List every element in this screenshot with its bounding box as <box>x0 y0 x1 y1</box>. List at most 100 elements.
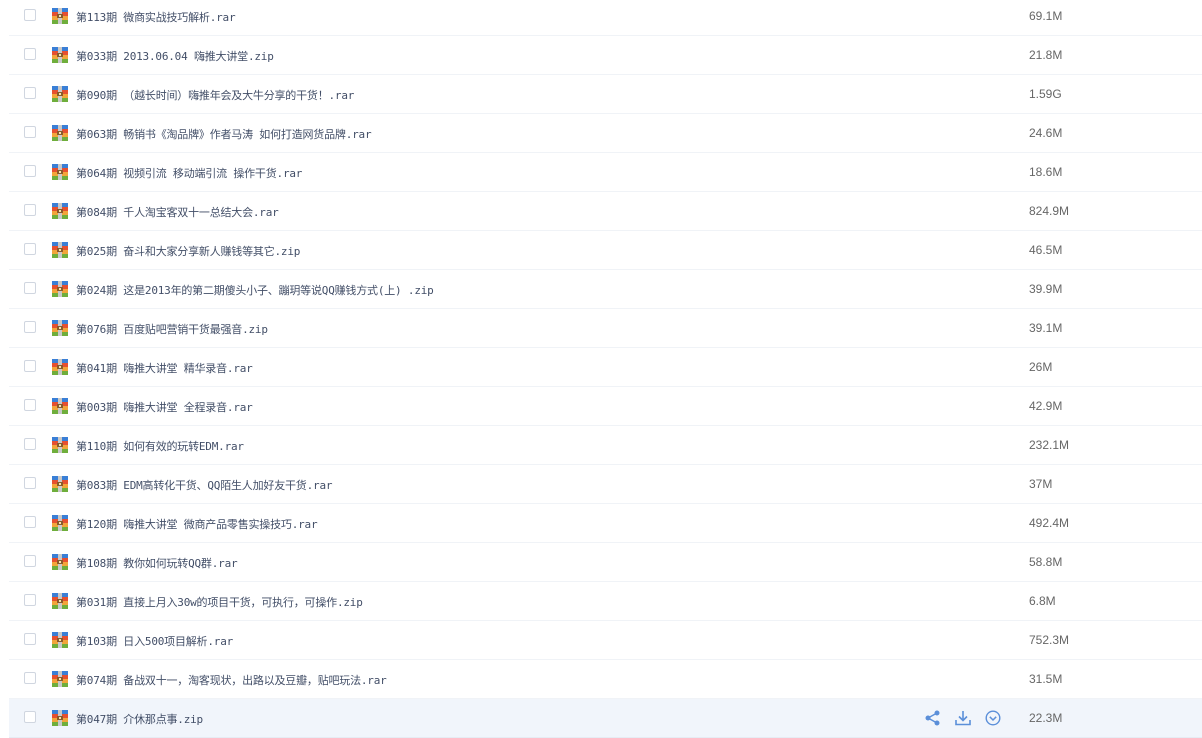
file-size: 26M <box>1029 360 1053 374</box>
file-row[interactable]: 第064期 视频引流 移动端引流 操作干货.rar 18.6M <box>9 153 1202 192</box>
row-checkbox[interactable] <box>24 438 36 450</box>
file-size: 6.8M <box>1029 594 1056 608</box>
file-row[interactable]: 第024期 这是2013年的第二期傻头小子、蹦玥等说QQ赚钱方式(上) .zip… <box>9 270 1202 309</box>
file-size: 18.6M <box>1029 165 1063 179</box>
file-row[interactable]: 第103期 日入500项目解析.rar 752.3M <box>9 621 1202 660</box>
file-name-link[interactable]: 第074期 备战双十一，淘客现状，出路以及豆瓣，贴吧玩法.rar <box>76 672 387 688</box>
file-row[interactable]: 第120期 嗨推大讲堂 微商产品零售实操技巧.rar 492.4M <box>9 504 1202 543</box>
archive-file-icon <box>52 398 68 414</box>
archive-file-icon <box>52 554 68 570</box>
file-name-link[interactable]: 第025期 奋斗和大家分享新人赚钱等其它.zip <box>76 243 300 259</box>
file-name-link[interactable]: 第084期 千人淘宝客双十一总结大会.rar <box>76 204 279 220</box>
file-name-link[interactable]: 第083期 EDM高转化干货、QQ陌生人加好友干货.rar <box>76 477 332 493</box>
file-name-link[interactable]: 第031期 直接上月入30w的项目干货，可执行，可操作.zip <box>76 594 363 610</box>
file-name-link[interactable]: 第064期 视频引流 移动端引流 操作干货.rar <box>76 165 302 181</box>
row-actions <box>924 709 1002 727</box>
file-size: 37M <box>1029 477 1053 491</box>
file-name-link[interactable]: 第090期 （越长时间）嗨推年会及大牛分享的干货！.rar <box>76 87 354 103</box>
file-row[interactable]: 第031期 直接上月入30w的项目干货，可执行，可操作.zip 6.8M <box>9 582 1202 621</box>
file-row[interactable]: 第113期 微商实战技巧解析.rar 69.1M <box>9 0 1202 36</box>
file-row[interactable]: 第110期 如何有效的玩转EDM.rar 232.1M <box>9 426 1202 465</box>
file-row[interactable]: 第108期 教你如何玩转QQ群.rar 58.8M <box>9 543 1202 582</box>
file-row[interactable]: 第076期 百度贴吧营销干货最强音.zip 39.1M <box>9 309 1202 348</box>
file-name-link[interactable]: 第108期 教你如何玩转QQ群.rar <box>76 555 238 571</box>
file-size: 1.59G <box>1029 87 1062 101</box>
row-checkbox[interactable] <box>24 126 36 138</box>
row-checkbox[interactable] <box>24 594 36 606</box>
row-checkbox[interactable] <box>24 399 36 411</box>
file-size: 232.1M <box>1029 438 1070 452</box>
archive-file-icon <box>52 86 68 102</box>
file-size: 31.5M <box>1029 672 1063 686</box>
file-size: 42.9M <box>1029 399 1063 413</box>
archive-file-icon <box>52 359 68 375</box>
row-checkbox[interactable] <box>24 321 36 333</box>
file-row[interactable]: 第033期 2013.06.04 嗨推大讲堂.zip 21.8M <box>9 36 1202 75</box>
file-size: 24.6M <box>1029 126 1063 140</box>
file-row[interactable]: 第090期 （越长时间）嗨推年会及大牛分享的干货！.rar 1.59G <box>9 75 1202 114</box>
row-checkbox[interactable] <box>24 243 36 255</box>
file-size: 22.3M <box>1029 711 1063 725</box>
row-checkbox[interactable] <box>24 516 36 528</box>
download-icon[interactable] <box>954 709 972 727</box>
row-checkbox[interactable] <box>24 204 36 216</box>
file-size: 39.9M <box>1029 282 1063 296</box>
file-row[interactable]: 第041期 嗨推大讲堂 精华录音.rar 26M <box>9 348 1202 387</box>
row-checkbox[interactable] <box>24 672 36 684</box>
file-size: 58.8M <box>1029 555 1063 569</box>
more-icon[interactable] <box>984 709 1002 727</box>
row-checkbox[interactable] <box>24 360 36 372</box>
file-size: 21.8M <box>1029 48 1063 62</box>
archive-file-icon <box>52 320 68 336</box>
archive-file-icon <box>52 476 68 492</box>
file-size: 46.5M <box>1029 243 1063 257</box>
archive-file-icon <box>52 671 68 687</box>
share-icon[interactable] <box>924 709 942 727</box>
row-checkbox[interactable] <box>24 87 36 99</box>
row-checkbox[interactable] <box>24 711 36 723</box>
file-name-link[interactable]: 第120期 嗨推大讲堂 微商产品零售实操技巧.rar <box>76 516 318 532</box>
row-checkbox[interactable] <box>24 48 36 60</box>
file-row[interactable]: 第063期 畅销书《淘品牌》作者马涛 如何打造网货品牌.rar 24.6M <box>9 114 1202 153</box>
file-name-link[interactable]: 第076期 百度贴吧营销干货最强音.zip <box>76 321 268 337</box>
file-row[interactable]: 第084期 千人淘宝客双十一总结大会.rar 824.9M <box>9 192 1202 231</box>
row-checkbox[interactable] <box>24 9 36 21</box>
file-list: 第113期 微商实战技巧解析.rar 69.1M 第033期 2013.06.0… <box>0 0 1202 738</box>
file-row[interactable]: 第074期 备战双十一，淘客现状，出路以及豆瓣，贴吧玩法.rar 31.5M <box>9 660 1202 699</box>
archive-file-icon <box>52 242 68 258</box>
file-name-link[interactable]: 第113期 微商实战技巧解析.rar <box>76 9 236 25</box>
archive-file-icon <box>52 164 68 180</box>
file-name-link[interactable]: 第110期 如何有效的玩转EDM.rar <box>76 438 244 454</box>
archive-file-icon <box>52 593 68 609</box>
file-size: 752.3M <box>1029 633 1070 647</box>
file-size: 69.1M <box>1029 9 1063 23</box>
file-name-link[interactable]: 第103期 日入500项目解析.rar <box>76 633 233 649</box>
archive-file-icon <box>52 8 68 24</box>
archive-file-icon <box>52 437 68 453</box>
file-row[interactable]: 第083期 EDM高转化干货、QQ陌生人加好友干货.rar 37M <box>9 465 1202 504</box>
row-checkbox[interactable] <box>24 633 36 645</box>
archive-file-icon <box>52 203 68 219</box>
row-checkbox[interactable] <box>24 477 36 489</box>
archive-file-icon <box>52 515 68 531</box>
file-name-link[interactable]: 第041期 嗨推大讲堂 精华录音.rar <box>76 360 253 376</box>
file-row[interactable]: 第025期 奋斗和大家分享新人赚钱等其它.zip 46.5M <box>9 231 1202 270</box>
file-name-link[interactable]: 第033期 2013.06.04 嗨推大讲堂.zip <box>76 48 274 64</box>
row-checkbox[interactable] <box>24 555 36 567</box>
file-name-link[interactable]: 第003期 嗨推大讲堂 全程录音.rar <box>76 399 253 415</box>
archive-file-icon <box>52 632 68 648</box>
file-size: 824.9M <box>1029 204 1070 218</box>
file-size: 492.4M <box>1029 516 1070 530</box>
file-row[interactable]: 第047期 介休那点事.zip 22.3M <box>9 699 1202 738</box>
archive-file-icon <box>52 281 68 297</box>
archive-file-icon <box>52 47 68 63</box>
archive-file-icon <box>52 710 68 726</box>
archive-file-icon <box>52 125 68 141</box>
file-name-link[interactable]: 第024期 这是2013年的第二期傻头小子、蹦玥等说QQ赚钱方式(上) .zip <box>76 282 434 298</box>
row-checkbox[interactable] <box>24 165 36 177</box>
row-checkbox[interactable] <box>24 282 36 294</box>
file-size: 39.1M <box>1029 321 1063 335</box>
file-row[interactable]: 第003期 嗨推大讲堂 全程录音.rar 42.9M <box>9 387 1202 426</box>
file-name-link[interactable]: 第063期 畅销书《淘品牌》作者马涛 如何打造网货品牌.rar <box>76 126 372 142</box>
file-name-link[interactable]: 第047期 介休那点事.zip <box>76 711 203 727</box>
